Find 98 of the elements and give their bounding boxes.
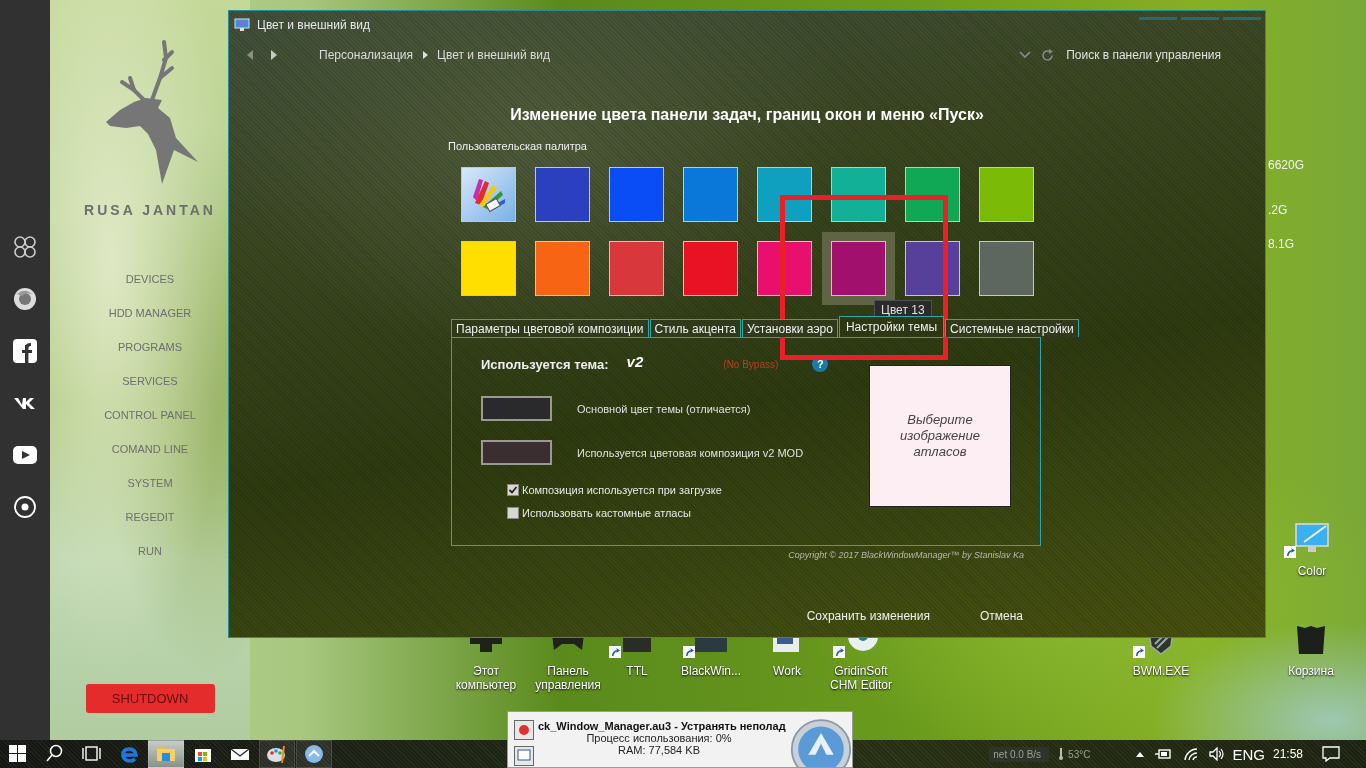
- page-heading: Изменение цвета панели задач, границ окон и меню «Пуск»: [509, 105, 985, 125]
- tab[interactable]: Установки аэро: [741, 319, 838, 337]
- color-label: Основной цвет темы (отличается): [577, 402, 751, 415]
- shortcut-arrow-icon: [1133, 646, 1145, 658]
- color-swatch[interactable]: [535, 167, 590, 222]
- video-play-icon: [13, 443, 37, 467]
- breadcrumb-link[interactable]: Персонализация: [319, 48, 414, 62]
- copyright-text: Copyright © 2017 BlackWindowManager™ by Stanislav Ka: [787, 550, 1025, 560]
- theme-label: Используется тема:: [481, 356, 609, 372]
- icon-label[interactable]: BWM.EXE: [1132, 664, 1190, 678]
- clover-icon: [13, 235, 37, 259]
- caret-icon: [421, 50, 430, 60]
- color-swatch[interactable]: [757, 167, 812, 222]
- image-picker[interactable]: Выберите изображение атласов: [869, 365, 1011, 507]
- stat-text: 6620G: [1268, 158, 1305, 172]
- breadcrumb-link[interactable]: Цвет и внешний вид: [437, 48, 551, 62]
- notification-text: Процесс использования: 0%: [586, 732, 732, 744]
- window-title: Цвет и внешний вид: [257, 18, 370, 32]
- menu-item[interactable]: SERVICES: [122, 374, 178, 389]
- icon-label[interactable]: GridinSoft CHM Editor: [823, 664, 899, 692]
- taskbar-button[interactable]: [259, 740, 295, 768]
- color-label: Используется цветовая композиция v2 MOD: [577, 446, 804, 459]
- color-swatch[interactable]: [461, 167, 516, 222]
- color-swatch[interactable]: [609, 241, 664, 296]
- tab[interactable]: Стиль акцента: [649, 319, 741, 337]
- color-palette-icon: [470, 176, 507, 213]
- tab[interactable]: Системные настройки: [945, 319, 1079, 337]
- palette-icon: [266, 743, 288, 765]
- notification-text: RAM: 77,584 KB: [618, 744, 700, 756]
- stat-text: .2G: [1268, 203, 1288, 217]
- window-icon[interactable]: [514, 746, 534, 766]
- power-plug-icon[interactable]: [1155, 747, 1174, 761]
- theme-value: v2: [626, 352, 644, 370]
- color-swatch[interactable]: [683, 241, 738, 296]
- menu-item[interactable]: CONTROL PANEL: [104, 408, 196, 423]
- color-swatch[interactable]: [979, 241, 1034, 296]
- taskbar-button[interactable]: [296, 740, 332, 768]
- stop-icon[interactable]: [514, 720, 534, 740]
- network-speed: net 0.0 B/s: [989, 746, 1050, 762]
- menu-item[interactable]: SYSTEM: [127, 476, 173, 491]
- shortcut-arrow-icon: [609, 646, 621, 658]
- shortcut-arrow-icon: [683, 646, 695, 658]
- color-swatch[interactable]: [683, 167, 738, 222]
- checkbox-label[interactable]: Использовать кастомные атласы: [522, 507, 691, 519]
- temperature: 53°C: [1068, 748, 1091, 760]
- notification-icon[interactable]: [1322, 746, 1340, 762]
- shortcut-arrow-icon: [1284, 546, 1296, 558]
- menu-item[interactable]: DEVICES: [125, 272, 175, 287]
- forward-arrow-icon[interactable]: [269, 49, 279, 61]
- chevron-up-icon: [303, 743, 325, 765]
- refresh-icon[interactable]: [1041, 48, 1055, 62]
- icon-label[interactable]: Work: [773, 664, 801, 678]
- dialog-button[interactable]: Отмена: [979, 609, 1023, 623]
- icon-label[interactable]: TTL: [626, 664, 648, 678]
- icon-label[interactable]: BlackWin...: [681, 664, 741, 678]
- caret-up-icon[interactable]: [1135, 750, 1146, 758]
- search-field[interactable]: Поиск в панели управления: [1066, 48, 1221, 62]
- wifi-icon[interactable]: [1183, 747, 1200, 761]
- icon-label[interactable]: Этот компьютер: [448, 664, 524, 692]
- palette-label: Пользовательская палитра: [448, 139, 588, 153]
- checkbox-label[interactable]: Композиция используется при загрузке: [522, 484, 722, 496]
- icon-label[interactable]: Корзина: [1288, 664, 1334, 678]
- windows-icon: [7, 743, 29, 765]
- brand-name: RUSA JANTAN: [84, 202, 216, 218]
- status-note: (No Bypass): [723, 358, 779, 370]
- thermometer-icon: [1057, 748, 1066, 760]
- dialog-button[interactable]: Сохранить изменения: [806, 609, 930, 623]
- color-picker[interactable]: [481, 440, 552, 465]
- tab[interactable]: Параметры цветовой композиции: [451, 319, 649, 337]
- color-swatch[interactable]: [461, 241, 516, 296]
- facebook-icon: [13, 339, 37, 363]
- tab[interactable]: Настройки темы: [838, 316, 945, 337]
- color-swatch[interactable]: [535, 241, 590, 296]
- icon-label[interactable]: Панель управления: [530, 664, 606, 692]
- target-icon: [13, 495, 37, 519]
- notification-title: ck_Window_Manager.au3 - Устранять неполад: [538, 720, 786, 732]
- color-swatch[interactable]: [757, 241, 812, 296]
- menu-item[interactable]: RUN: [138, 544, 162, 559]
- speaker-icon[interactable]: [1209, 747, 1226, 761]
- menu-item[interactable]: COMAND LINE: [111, 442, 189, 457]
- menu-item[interactable]: PROGRAMS: [117, 340, 183, 355]
- color-swatch[interactable]: [979, 167, 1034, 222]
- color-swatch[interactable]: [609, 167, 664, 222]
- checkbox[interactable]: [507, 484, 519, 496]
- checkbox[interactable]: [507, 507, 519, 519]
- browser-icon: [13, 287, 37, 311]
- language-indicator[interactable]: ENG: [1232, 745, 1265, 763]
- menu-item[interactable]: HDD MANAGER: [108, 306, 192, 321]
- stat-text: 8.1G: [1268, 237, 1294, 251]
- shortcut-arrow-icon: [833, 646, 845, 658]
- menu-item[interactable]: REGEDIT: [125, 510, 175, 525]
- clock[interactable]: 21:58: [1272, 747, 1303, 761]
- icon-label[interactable]: Color: [1297, 564, 1327, 578]
- shutdown-button[interactable]: SHUTDOWN: [85, 684, 215, 713]
- color-picker[interactable]: [481, 396, 552, 421]
- monitor-icon: [234, 18, 250, 32]
- back-arrow-icon[interactable]: [245, 49, 255, 61]
- chevron-down-icon[interactable]: [1019, 51, 1032, 59]
